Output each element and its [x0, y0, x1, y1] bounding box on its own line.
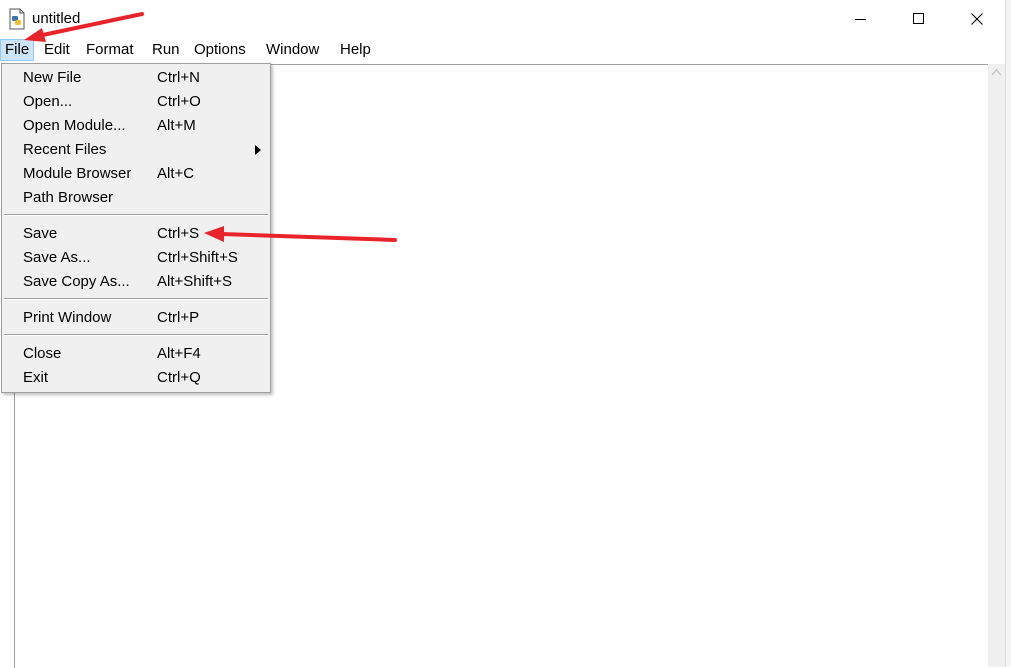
minimize-icon: [855, 19, 866, 20]
file-menu-dropdown: New File Ctrl+N Open... Ctrl+O Open Modu…: [1, 63, 271, 393]
menu-format[interactable]: Format: [82, 40, 138, 60]
close-button[interactable]: [948, 0, 1006, 38]
submenu-arrow-icon: [255, 145, 261, 155]
scroll-up-icon[interactable]: [991, 68, 1002, 76]
menu-separator: [4, 298, 268, 300]
menu-window[interactable]: Window: [262, 40, 323, 60]
menu-item-recent-files[interactable]: Recent Files: [2, 138, 270, 162]
menu-item-path-browser[interactable]: Path Browser: [2, 186, 270, 210]
menu-item-close[interactable]: Close Alt+F4: [2, 342, 270, 366]
close-icon: [971, 13, 983, 25]
minimize-button[interactable]: [832, 0, 890, 38]
window-edge: [1005, 0, 1011, 667]
menu-edit[interactable]: Edit: [40, 40, 74, 60]
menu-options[interactable]: Options: [190, 40, 250, 60]
python-idle-icon: [8, 8, 26, 30]
title-bar: untitled: [0, 0, 1011, 38]
menu-item-open[interactable]: Open... Ctrl+O: [2, 90, 270, 114]
vertical-scrollbar[interactable]: [988, 64, 1005, 667]
menu-file[interactable]: File: [0, 39, 35, 61]
menu-run[interactable]: Run: [148, 40, 184, 60]
menu-item-module-browser[interactable]: Module Browser Alt+C: [2, 162, 270, 186]
window-title: untitled: [32, 10, 81, 27]
menu-item-save[interactable]: Save Ctrl+S: [2, 222, 270, 246]
menu-item-save-copy-as[interactable]: Save Copy As... Alt+Shift+S: [2, 270, 270, 294]
menu-help[interactable]: Help: [336, 40, 375, 60]
maximize-button[interactable]: [890, 0, 948, 38]
maximize-icon: [913, 13, 924, 24]
menu-item-exit[interactable]: Exit Ctrl+Q: [2, 366, 270, 390]
menu-item-open-module[interactable]: Open Module... Alt+M: [2, 114, 270, 138]
menu-item-print-window[interactable]: Print Window Ctrl+P: [2, 306, 270, 330]
menu-item-save-as[interactable]: Save As... Ctrl+Shift+S: [2, 246, 270, 270]
menu-separator: [4, 334, 268, 336]
menu-item-new-file[interactable]: New File Ctrl+N: [2, 66, 270, 90]
menu-separator: [4, 214, 268, 216]
menu-bar: File Edit Format Run Options Window Help: [0, 38, 1011, 62]
